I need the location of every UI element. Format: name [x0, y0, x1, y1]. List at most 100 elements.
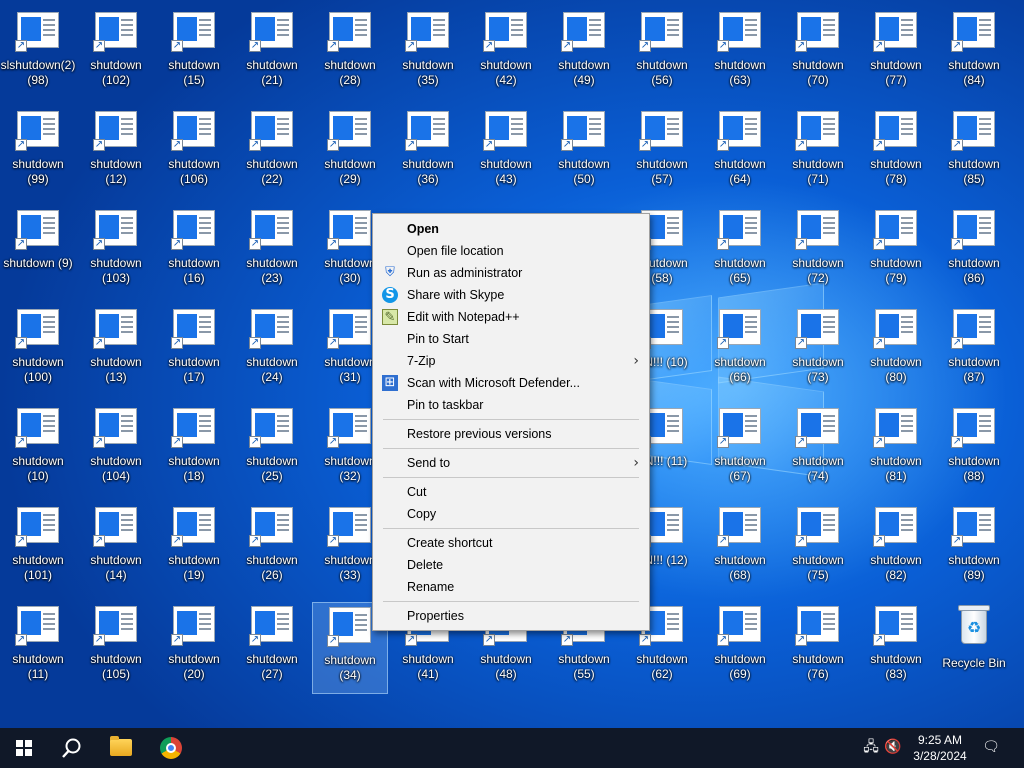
desktop-icon-shortcut[interactable]: ↗ shutdown (76): [780, 602, 856, 694]
desktop-icon-shortcut[interactable]: ↗ shutdown (105): [78, 602, 154, 694]
desktop-icon-shortcut[interactable]: ↗ shutdown (72): [780, 206, 856, 298]
desktop-icon-shortcut[interactable]: ↗ shutdown (64): [702, 107, 778, 199]
start-button[interactable]: [0, 728, 48, 768]
file-explorer-button[interactable]: [98, 728, 146, 768]
desktop-icon-shortcut[interactable]: ↗ shutdown (10): [0, 404, 76, 496]
shortcut-file-icon: ↗: [15, 210, 59, 250]
shortcut-arrow-icon: ↗: [873, 40, 885, 52]
menu-item-pin-to-start[interactable]: Pin to Start: [373, 328, 649, 350]
desktop-icon-shortcut[interactable]: ↗ shutdown (82): [858, 503, 934, 595]
desktop-icon-shortcut[interactable]: ↗ shutdown (106): [156, 107, 232, 199]
desktop-icon-shortcut[interactable]: ↗ shutdown (26): [234, 503, 310, 595]
desktop-icon-label: shutdown (75): [792, 553, 844, 582]
menu-item-copy[interactable]: Copy: [373, 503, 649, 525]
desktop-icon-shortcut[interactable]: ↗ shutdown (79): [858, 206, 934, 298]
shortcut-arrow-icon: ↗: [15, 436, 27, 448]
desktop-icon-shortcut[interactable]: ↗ shutdown (77): [858, 8, 934, 100]
desktop-icon-recycle-bin[interactable]: ♻ Recycle Bin: [936, 602, 1012, 694]
desktop-icon-shortcut[interactable]: ↗ shutdown (17): [156, 305, 232, 397]
menu-item-rename[interactable]: Rename: [373, 576, 649, 598]
menu-item-send-to[interactable]: Send to ›: [373, 452, 649, 474]
desktop-icon-shortcut[interactable]: ↗ shutdown (25): [234, 404, 310, 496]
menu-item-label: Cut: [407, 485, 427, 499]
menu-item-open[interactable]: Open: [373, 218, 649, 240]
network-icon[interactable]: 🖧: [862, 738, 880, 756]
menu-item-7-zip[interactable]: 7-Zip ›: [373, 350, 649, 372]
desktop-icon-shortcut[interactable]: ↗ shutdown (22): [234, 107, 310, 199]
desktop-icon-shortcut[interactable]: ↗ shutdown (9): [0, 206, 76, 298]
desktop-icon-label: shutdown (55): [558, 652, 610, 681]
desktop-icon-shortcut[interactable]: ↗ shutdown (80): [858, 305, 934, 397]
shortcut-arrow-icon: ↗: [15, 337, 27, 349]
desktop-icon-shortcut[interactable]: ↗ shutdown (65): [702, 206, 778, 298]
desktop-icon-shortcut[interactable]: ↗ shutdown (84): [936, 8, 1012, 100]
desktop-icon-shortcut[interactable]: ↗ shutdown (75): [780, 503, 856, 595]
notifications-icon[interactable]: 🗨: [982, 738, 1000, 756]
desktop-icon-shortcut[interactable]: ↗ shutdown (43): [468, 107, 544, 199]
desktop-icon-shortcut[interactable]: ↗ shutdown (28): [312, 8, 388, 100]
desktop-icon-shortcut[interactable]: ↗ shutdown (73): [780, 305, 856, 397]
search-button[interactable]: [48, 728, 96, 768]
desktop-icon-shortcut[interactable]: ↗ shutdown (68): [702, 503, 778, 595]
desktop-icon-shortcut[interactable]: ↗ shutdown (74): [780, 404, 856, 496]
desktop-icon-shortcut[interactable]: ↗ shutdown (12): [78, 107, 154, 199]
menu-item-edit-with-notepad[interactable]: ✎ Edit with Notepad++: [373, 306, 649, 328]
desktop-icon-shortcut[interactable]: ↗ shutdown (103): [78, 206, 154, 298]
desktop-icon-shortcut[interactable]: ↗ shutdown (56): [624, 8, 700, 100]
desktop-icon-shortcut[interactable]: ↗ shutdown (24): [234, 305, 310, 397]
desktop-icon-shortcut[interactable]: ↗ shutdown (35): [390, 8, 466, 100]
desktop-icon-shortcut[interactable]: ↗ shutdown (42): [468, 8, 544, 100]
desktop-icon-shortcut[interactable]: ↗ shutdown (57): [624, 107, 700, 199]
desktop-icon-shortcut[interactable]: ↗ shutdown (104): [78, 404, 154, 496]
desktop-icon-shortcut[interactable]: ↗ shutdown (50): [546, 107, 622, 199]
desktop-icon-shortcut[interactable]: ↗ shutdown (21): [234, 8, 310, 100]
desktop-icon-shortcut[interactable]: ↗ shutdown (16): [156, 206, 232, 298]
desktop-icon-shortcut[interactable]: ↗ shutdown (11): [0, 602, 76, 694]
desktop-icon-shortcut[interactable]: ↗ shutdown (27): [234, 602, 310, 694]
desktop-icon-shortcut[interactable]: ↗ shutdown (13): [78, 305, 154, 397]
desktop-icon-shortcut[interactable]: ↗ shutdown (69): [702, 602, 778, 694]
menu-item-pin-to-taskbar[interactable]: Pin to taskbar: [373, 394, 649, 416]
desktop-icon-shortcut[interactable]: ↗ shutdown (19): [156, 503, 232, 595]
desktop-icon-shortcut[interactable]: ↗ shutdown (63): [702, 8, 778, 100]
menu-item-scan-with-microsoft-defender[interactable]: ⊞ Scan with Microsoft Defender...: [373, 372, 649, 394]
desktop-icon-shortcut[interactable]: ↗ shutdown (15): [156, 8, 232, 100]
desktop-icon-shortcut[interactable]: ↗ shutdown (101): [0, 503, 76, 595]
menu-item-cut[interactable]: Cut: [373, 481, 649, 503]
menu-item-create-shortcut[interactable]: Create shortcut: [373, 532, 649, 554]
desktop-icon-shortcut[interactable]: ↗ shutdown (49): [546, 8, 622, 100]
desktop-icon-shortcut[interactable]: ↗ shutdown (81): [858, 404, 934, 496]
desktop-icon-shortcut[interactable]: ↗ shutdown (70): [780, 8, 856, 100]
desktop-icon-shortcut[interactable]: ↗ shutdown (14): [78, 503, 154, 595]
desktop-icon-shortcut[interactable]: ↗ shutdown (20): [156, 602, 232, 694]
desktop-icon-shortcut[interactable]: ↗ shutdown (85): [936, 107, 1012, 199]
menu-item-restore-previous-versions[interactable]: Restore previous versions: [373, 423, 649, 445]
menu-item-open-file-location[interactable]: Open file location: [373, 240, 649, 262]
desktop-icon-shortcut[interactable]: ↗ shutdown (36): [390, 107, 466, 199]
desktop-icon-label: shutdown (63): [714, 58, 766, 87]
desktop-icon-shortcut[interactable]: ↗ shutdown (78): [858, 107, 934, 199]
desktop-icon-shortcut[interactable]: ↗ shutdown (29): [312, 107, 388, 199]
menu-separator: [383, 528, 639, 529]
desktop-icon-shortcut[interactable]: ↗ shutdown (67): [702, 404, 778, 496]
menu-item-delete[interactable]: Delete: [373, 554, 649, 576]
menu-item-share-with-skype[interactable]: S Share with Skype: [373, 284, 649, 306]
clock[interactable]: 9:25 AM 3/28/2024: [900, 728, 980, 768]
desktop-icon-shortcut[interactable]: ↗ shutdown (87): [936, 305, 1012, 397]
desktop-icon-shortcut[interactable]: ↗ shutdown (89): [936, 503, 1012, 595]
desktop-icon-shortcut[interactable]: ↗ shutdown (18): [156, 404, 232, 496]
desktop-icon-shortcut[interactable]: ↗ shutdown (23): [234, 206, 310, 298]
desktop-icon-shortcut[interactable]: ↗ shutdown (71): [780, 107, 856, 199]
desktop-icon-shortcut[interactable]: ↗ shutdown (86): [936, 206, 1012, 298]
menu-item-properties[interactable]: Properties: [373, 605, 649, 627]
desktop-icon-shortcut[interactable]: ↗ shutdown (66): [702, 305, 778, 397]
desktop-icon-shortcut[interactable]: ↗ shutdown (88): [936, 404, 1012, 496]
desktop-icon-shortcut[interactable]: ↗ shutdown (99): [0, 107, 76, 199]
desktop-icon-shortcut[interactable]: ↗ shutdown (100): [0, 305, 76, 397]
chrome-button[interactable]: [148, 728, 196, 768]
desktop[interactable]: ↗ slshutdown(2) (98) ↗ shutdown (99) ↗ shutdo…: [0, 0, 1024, 728]
menu-item-run-as-administrator[interactable]: ⛨ Run as administrator: [373, 262, 649, 284]
desktop-icon-shortcut[interactable]: ↗ slshutdown(2) (98): [0, 8, 76, 100]
desktop-icon-shortcut[interactable]: ↗ shutdown (102): [78, 8, 154, 100]
desktop-icon-shortcut[interactable]: ↗ shutdown (83): [858, 602, 934, 694]
